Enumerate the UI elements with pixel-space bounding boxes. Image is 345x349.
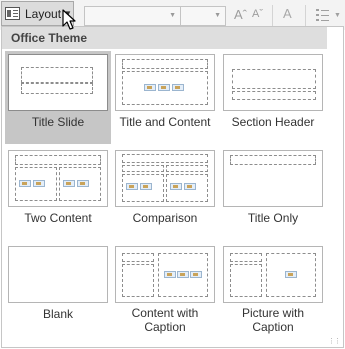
layout-label: Title Slide	[31, 115, 85, 129]
layout-title-slide[interactable]: Title Slide	[5, 51, 111, 144]
mouse-cursor-icon	[62, 9, 76, 30]
gallery-section-header: Office Theme	[2, 27, 327, 49]
chevron-down-icon: ▼	[169, 12, 176, 19]
layout-thumbnail	[115, 54, 215, 111]
layout-title-only[interactable]: Title Only	[220, 147, 326, 240]
chevron-down-icon[interactable]: ▼	[334, 12, 341, 19]
layout-comparison[interactable]: Comparison	[112, 147, 218, 240]
resize-grip-icon[interactable]: ⋮⋮	[328, 337, 341, 345]
grow-font-icon[interactable]: Aˆ	[234, 7, 247, 22]
shrink-font-icon[interactable]: Aˇ	[252, 8, 263, 20]
toolbar-divider	[272, 5, 273, 26]
layout-label: Blank	[42, 307, 74, 321]
chevron-down-icon: ▼	[214, 12, 221, 19]
layout-section-header[interactable]: Section Header	[220, 51, 326, 144]
layout-icon	[5, 7, 20, 20]
layout-thumbnail	[223, 150, 323, 207]
font-size-combobox[interactable]: ▼	[181, 6, 226, 26]
layout-label: Two Content	[24, 211, 92, 225]
bullets-icon[interactable]	[316, 9, 330, 21]
layout-label: Content with Caption	[131, 306, 199, 334]
layout-thumbnail	[115, 150, 215, 207]
layout-label: Title Only	[247, 211, 299, 225]
layout-button-label: Layout	[25, 6, 62, 21]
layout-label: Comparison	[132, 211, 198, 225]
layout-blank[interactable]: Blank	[5, 243, 111, 347]
layout-gallery: Office Theme Title Slide Title and Conte…	[1, 26, 344, 348]
layout-thumbnail	[115, 246, 215, 303]
layout-label: Picture with Caption	[241, 306, 305, 334]
layout-picture-with-caption[interactable]: Picture with Caption	[220, 243, 326, 347]
layout-thumbnail	[223, 54, 323, 111]
layout-content-with-caption[interactable]: Content with Caption	[112, 243, 218, 347]
layout-two-content[interactable]: Two Content	[5, 147, 111, 240]
layout-title-and-content[interactable]: Title and Content	[112, 51, 218, 144]
layout-label: Section Header	[231, 115, 315, 129]
clear-formatting-icon[interactable]: A	[283, 6, 292, 21]
layout-thumbnail	[223, 246, 323, 303]
toolbar-divider	[305, 5, 306, 26]
layout-label: Title and Content	[119, 115, 211, 129]
picture-placeholder-icon	[285, 271, 297, 278]
layout-thumbnail	[8, 246, 108, 303]
font-name-combobox[interactable]: ▼	[84, 6, 181, 26]
layout-thumbnail	[8, 150, 108, 207]
layout-thumbnail	[8, 54, 108, 111]
